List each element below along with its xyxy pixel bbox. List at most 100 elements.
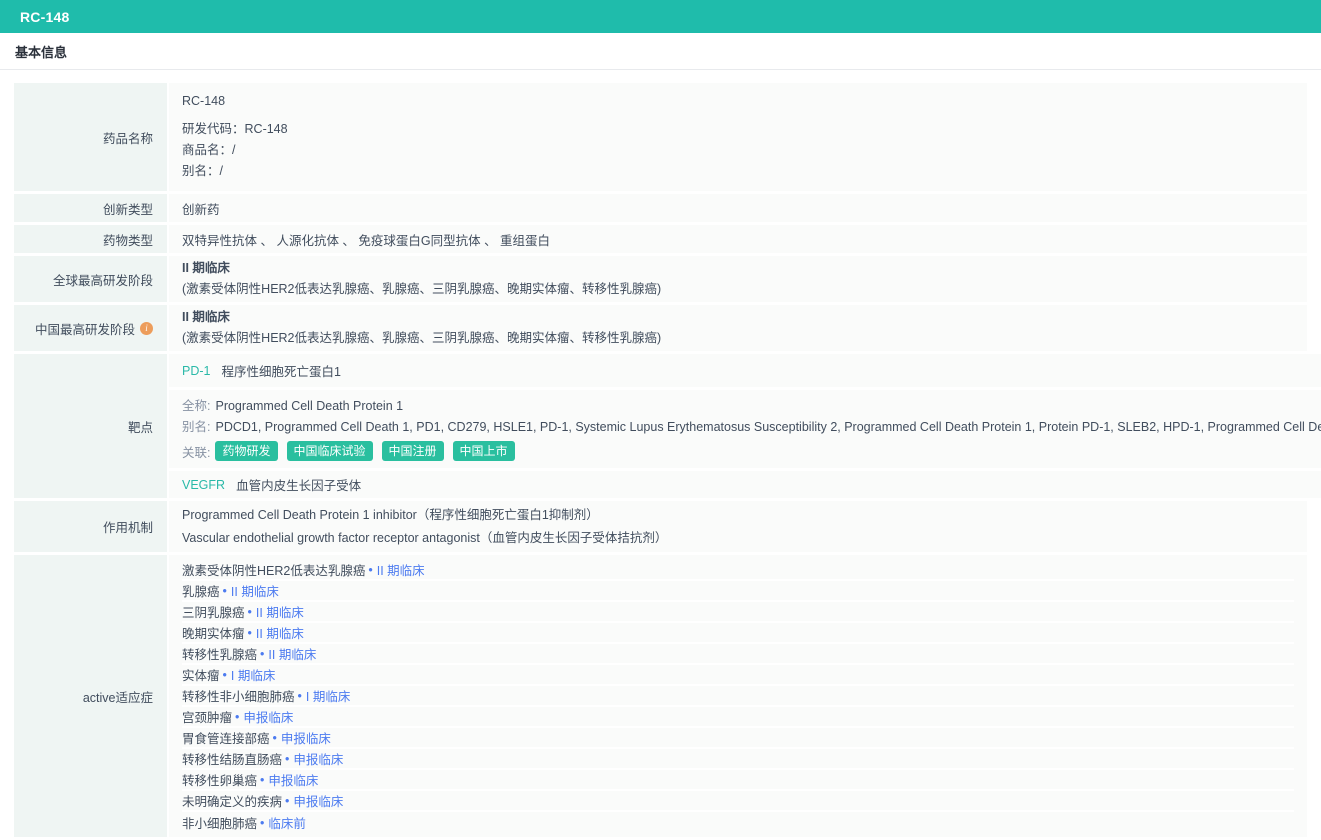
alias-value: / <box>220 164 223 178</box>
indication-item: 三阴乳腺癌•II 期临床 <box>182 602 1294 623</box>
drug-name-label: 药品名称 <box>14 83 167 191</box>
indication-phase-link[interactable]: II 期临床 <box>268 644 316 663</box>
target-links-line: 关联: 药物研发 中国临床试验 中国注册 中国上市 <box>182 441 1321 461</box>
mechanism-label: 作用机制 <box>14 501 167 552</box>
basic-info-table: 药品名称 RC-148 研发代码：RC-148 商品名：/ 别名：/ 创新类型 … <box>0 70 1321 837</box>
bullet-separator: • <box>260 773 264 787</box>
row-target: 靶点 PD-1 程序性细胞死亡蛋白1 全称: Programmed Cell De… <box>14 354 1307 498</box>
indication-phase-link[interactable]: 临床前 <box>268 813 306 832</box>
indication-phase-link[interactable]: II 期临床 <box>377 560 425 579</box>
alias-key: 别名： <box>182 164 220 178</box>
indication-item: 非小细胞肺癌•临床前 <box>182 812 1294 833</box>
indication-phase-link[interactable]: I 期临床 <box>306 686 350 705</box>
indication-item: 激素受体阴性HER2低表达乳腺癌• II 期临床 <box>182 560 1294 581</box>
page-title: RC-148 <box>20 9 69 25</box>
indication-name: 三阴乳腺癌 <box>182 602 245 621</box>
target-primary-detail: 全称: Programmed Cell Death Protein 1 别名: PD… <box>169 390 1321 468</box>
indication-name: 晚期实体瘤 <box>182 623 245 642</box>
drug-name-value: RC-148 研发代码：RC-148 商品名：/ 别名：/ <box>169 83 1307 191</box>
target-pd1-name: 程序性细胞死亡蛋白1 <box>221 361 340 380</box>
china-phase-indications: (激素受体阴性HER2低表达乳腺癌、乳腺癌、三阴乳腺癌、晚期实体瘤、转移性乳腺癌… <box>182 328 1294 349</box>
target-primary-header: PD-1 程序性细胞死亡蛋白1 <box>169 354 1321 387</box>
target-alias-key: 别名: <box>182 420 210 434</box>
bullet-separator: • <box>285 794 289 808</box>
innovation-type-value: 创新药 <box>169 194 1307 222</box>
indication-name: 实体瘤 <box>182 665 220 684</box>
china-phase-stage: II 期临床 <box>182 307 1294 328</box>
indication-phase-link[interactable]: 申报临床 <box>293 749 343 768</box>
bullet-separator: • <box>273 731 277 745</box>
global-phase-indications: (激素受体阴性HER2低表达乳腺癌、乳腺癌、三阴乳腺癌、晚期实体瘤、转移性乳腺癌… <box>182 279 1294 300</box>
mechanism-value: Programmed Cell Death Protein 1 inhibito… <box>169 501 1307 552</box>
indication-item: 晚期实体瘤• II 期临床 <box>182 623 1294 644</box>
indication-phase-link[interactable]: 申报临床 <box>268 770 318 789</box>
indication-name: 激素受体阴性HER2低表达乳腺癌 <box>182 560 365 579</box>
target-value: PD-1 程序性细胞死亡蛋白1 全称: Programmed Cell Death… <box>169 354 1321 498</box>
row-innovation-type: 创新类型 创新药 <box>14 194 1307 222</box>
indication-name: 转移性非小细胞肺癌 <box>182 686 295 705</box>
indication-item: 转移性结肠直肠癌•申报临床 <box>182 749 1294 770</box>
info-icon[interactable]: i <box>140 322 153 335</box>
page-header: RC-148 <box>0 0 1321 33</box>
target-secondary-header: VEGFR 血管内皮生长因子受体 <box>169 471 1321 498</box>
target-label: 靶点 <box>14 354 167 498</box>
indication-name: 转移性卵巢癌 <box>182 770 257 789</box>
fullname-key: 全称: <box>182 399 210 413</box>
target-alias-value: PDCD1, Programmed Cell Death 1, PD1, CD2… <box>215 420 1321 434</box>
drug-primary-name: RC-148 <box>182 92 1294 110</box>
indication-item: 胃食管连接部癌• 申报临床 <box>182 728 1294 749</box>
innovation-type-label: 创新类型 <box>14 194 167 222</box>
row-drug-name: 药品名称 RC-148 研发代码：RC-148 商品名：/ 别名：/ <box>14 83 1307 191</box>
row-indications: active适应症 激素受体阴性HER2低表达乳腺癌•II 期临床 乳腺癌•II… <box>14 555 1307 837</box>
indication-name: 转移性结肠直肠癌 <box>182 749 282 768</box>
indication-phase-link[interactable]: II 期临床 <box>231 581 279 600</box>
section-bar: 基本信息 <box>0 33 1321 70</box>
indication-item: 宫颈肿瘤•申报临床 <box>182 707 1294 728</box>
dev-code-line: 研发代码：RC-148 <box>182 119 1294 140</box>
indication-phase-link[interactable]: II 期临床 <box>256 602 304 621</box>
badge-china-clinical-trial[interactable]: 中国临床试验 <box>287 441 373 461</box>
target-alias-line: 别名: PDCD1, Programmed Cell Death 1, PD1, … <box>182 417 1321 438</box>
indication-item: 转移性乳腺癌•II 期临床 <box>182 644 1294 665</box>
badge-china-registration[interactable]: 中国注册 <box>382 441 444 461</box>
china-phase-label: 中国最高研发阶段 i <box>14 305 167 351</box>
indication-item: 实体瘤• I 期临床 <box>182 665 1294 686</box>
badge-drug-rd[interactable]: 药物研发 <box>215 441 277 461</box>
row-drug-type: 药物类型 双特异性抗体 、 人源化抗体 、 免疫球蛋白G同型抗体 、 重组蛋白 <box>14 225 1307 253</box>
indication-item: 转移性非小细胞肺癌• I 期临床 <box>182 686 1294 707</box>
global-phase-label: 全球最高研发阶段 <box>14 256 167 302</box>
indication-phase-link[interactable]: II 期临床 <box>256 623 304 642</box>
indication-name: 乳腺癌 <box>182 581 220 600</box>
indications-value: 激素受体阴性HER2低表达乳腺癌•II 期临床 乳腺癌•II 期临床 三阴乳腺癌… <box>169 555 1307 837</box>
bullet-separator: • <box>248 626 252 640</box>
target-vegfr-link[interactable]: VEGFR <box>182 478 225 492</box>
row-mechanism: 作用机制 Programmed Cell Death Protein 1 inh… <box>14 501 1307 552</box>
target-vegfr-name: 血管内皮生长因子受体 <box>236 475 361 494</box>
dev-code-key: 研发代码： <box>182 122 245 136</box>
bullet-separator: • <box>298 689 302 703</box>
bullet-separator: • <box>260 647 264 661</box>
indication-item: 乳腺癌• II 期临床 <box>182 581 1294 602</box>
badge-china-launch[interactable]: 中国上市 <box>453 441 515 461</box>
drug-type-value: 双特异性抗体 、 人源化抗体 、 免疫球蛋白G同型抗体 、 重组蛋白 <box>169 225 1307 253</box>
indication-name: 宫颈肿瘤 <box>182 707 232 726</box>
target-pd1-link[interactable]: PD-1 <box>182 364 210 378</box>
trade-name-value: / <box>232 143 235 157</box>
dev-code-value: RC-148 <box>245 122 288 136</box>
indication-phase-link[interactable]: I 期临床 <box>231 665 275 684</box>
target-fullname-line: 全称: Programmed Cell Death Protein 1 <box>182 396 1321 417</box>
bullet-separator: • <box>368 563 372 577</box>
indication-phase-link[interactable]: 申报临床 <box>243 707 293 726</box>
mechanism-line-2: Vascular endothelial growth factor recep… <box>182 527 1294 550</box>
row-china-phase: 中国最高研发阶段 i II 期临床 (激素受体阴性HER2低表达乳腺癌、乳腺癌、… <box>14 305 1307 351</box>
fullname-value: Programmed Cell Death Protein 1 <box>215 399 403 413</box>
indication-name: 未明确定义的疾病 <box>182 791 282 810</box>
bullet-separator: • <box>223 584 227 598</box>
indication-phase-link[interactable]: 申报临床 <box>281 728 331 747</box>
indication-phase-link[interactable]: 申报临床 <box>293 791 343 810</box>
indications-label: active适应症 <box>14 555 167 837</box>
alias-line: 别名：/ <box>182 161 1294 182</box>
indication-name: 胃食管连接部癌 <box>182 728 270 747</box>
indication-item: 转移性卵巢癌• 申报临床 <box>182 770 1294 791</box>
bullet-separator: • <box>223 668 227 682</box>
